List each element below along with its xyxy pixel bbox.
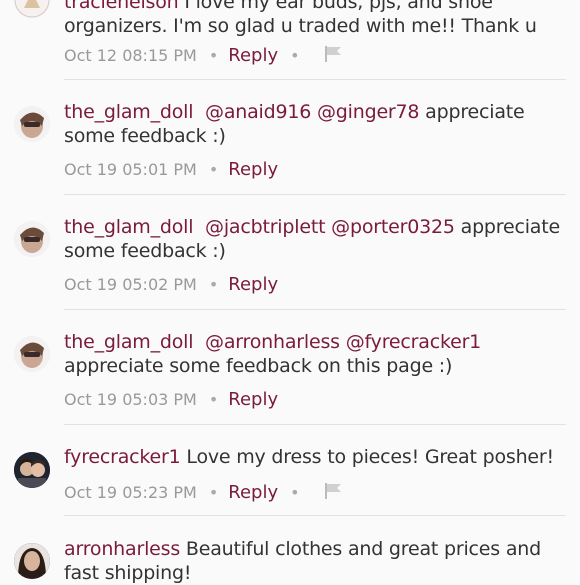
comment-text: fyrecracker1 Love my dress to pieces! Gr… — [64, 445, 566, 469]
mention-link[interactable]: @ginger78 — [317, 101, 420, 123]
flag-icon[interactable] — [324, 482, 344, 505]
comment-divider — [64, 309, 566, 310]
comment-timestamp: Oct 12 08:15 PM — [64, 46, 197, 65]
comment-body-line2: appreciate some feedback on this page :) — [64, 355, 453, 377]
comment-body-line1: I love my ear buds, pjs, and shoe — [178, 0, 493, 13]
comment-username[interactable]: the_glam_doll — [64, 331, 194, 353]
bullet-separator: • — [208, 483, 219, 502]
user-avatar[interactable] — [14, 0, 50, 18]
comment-body-line1: appreciate — [454, 216, 561, 238]
mention-link[interactable]: @arronharless — [205, 331, 340, 353]
comment-body-line1: Beautiful clothes and great prices and — [180, 538, 541, 560]
comment-timestamp: Oct 19 05:23 PM — [64, 483, 197, 502]
comment-meta: Oct 19 05:02 PM • Reply — [64, 275, 278, 295]
bullet-separator: • — [208, 390, 219, 409]
comment-body-line1: appreciate — [419, 101, 525, 123]
comment-divider — [64, 194, 566, 195]
mention-link[interactable]: @porter0325 — [331, 216, 455, 238]
reply-button[interactable]: Reply — [228, 159, 278, 180]
reply-button[interactable]: Reply — [228, 274, 278, 295]
reply-button[interactable]: Reply — [228, 482, 278, 503]
comment-body-line2: fast shipping! — [64, 562, 192, 584]
user-avatar[interactable] — [14, 106, 50, 142]
reply-button[interactable]: Reply — [228, 45, 278, 66]
user-avatar[interactable] — [14, 543, 50, 579]
comment-text: the_glam_doll @arronharless @fyrecracker… — [64, 330, 566, 378]
bullet-separator: • — [290, 46, 300, 65]
comment-text: the_glam_doll @jacbtriplett @porter0325 … — [64, 215, 566, 263]
bullet-separator: • — [290, 483, 300, 502]
comment-body-line2: organizers. I'm so glad u traded with me… — [64, 15, 537, 37]
comment-meta: Oct 19 05:23 PM • Reply • — [64, 482, 344, 505]
comment-body-line2: some feedback :) — [64, 240, 226, 262]
comment-username[interactable]: fyrecracker1 — [64, 446, 181, 468]
comment-meta: Oct 19 05:01 PM • Reply — [64, 160, 278, 180]
bullet-separator: • — [208, 275, 219, 294]
comment-body-line2: some feedback :) — [64, 125, 226, 147]
comment-text: tracienelson I love my ear buds, pjs, an… — [64, 0, 566, 38]
avatar-image-icon — [14, 106, 50, 142]
comment-meta: Oct 19 05:03 PM • Reply — [64, 390, 278, 410]
comment-username[interactable]: arronharless — [64, 538, 180, 560]
comment-body-line1: Love my dress to pieces! Great posher! — [180, 446, 554, 468]
avatar-image-icon — [14, 336, 50, 372]
comment-username[interactable]: the_glam_doll — [64, 101, 194, 123]
mention-link[interactable]: @fyrecracker1 — [346, 331, 482, 353]
user-avatar[interactable] — [14, 221, 50, 257]
reply-button[interactable]: Reply — [228, 389, 278, 410]
comment-username[interactable]: the_glam_doll — [64, 216, 194, 238]
flag-icon[interactable] — [324, 45, 344, 68]
comment-meta: Oct 12 08:15 PM • Reply • — [64, 45, 344, 68]
comment-timestamp: Oct 19 05:03 PM — [64, 390, 197, 409]
bullet-separator: • — [208, 160, 219, 179]
avatar-image-icon — [14, 543, 50, 579]
avatar-image-icon — [14, 221, 50, 257]
comment-username[interactable]: tracienelson — [64, 0, 179, 13]
comment-divider — [64, 515, 566, 516]
user-avatar[interactable] — [14, 336, 50, 372]
bullet-separator: • — [208, 46, 219, 65]
mention-link[interactable]: @anaid916 — [205, 101, 311, 123]
comment-timestamp: Oct 19 05:02 PM — [64, 275, 197, 294]
avatar-image-icon — [14, 0, 50, 18]
comment-divider — [64, 424, 566, 425]
comment-divider — [64, 79, 566, 80]
mention-link[interactable]: @jacbtriplett — [205, 216, 326, 238]
avatar-image-icon — [14, 452, 50, 488]
comment-text: the_glam_doll @anaid916 @ginger78 apprec… — [64, 100, 566, 148]
user-avatar[interactable] — [14, 452, 50, 488]
comment-text: arronharless Beautiful clothes and great… — [64, 537, 566, 585]
comment-timestamp: Oct 19 05:01 PM — [64, 160, 197, 179]
